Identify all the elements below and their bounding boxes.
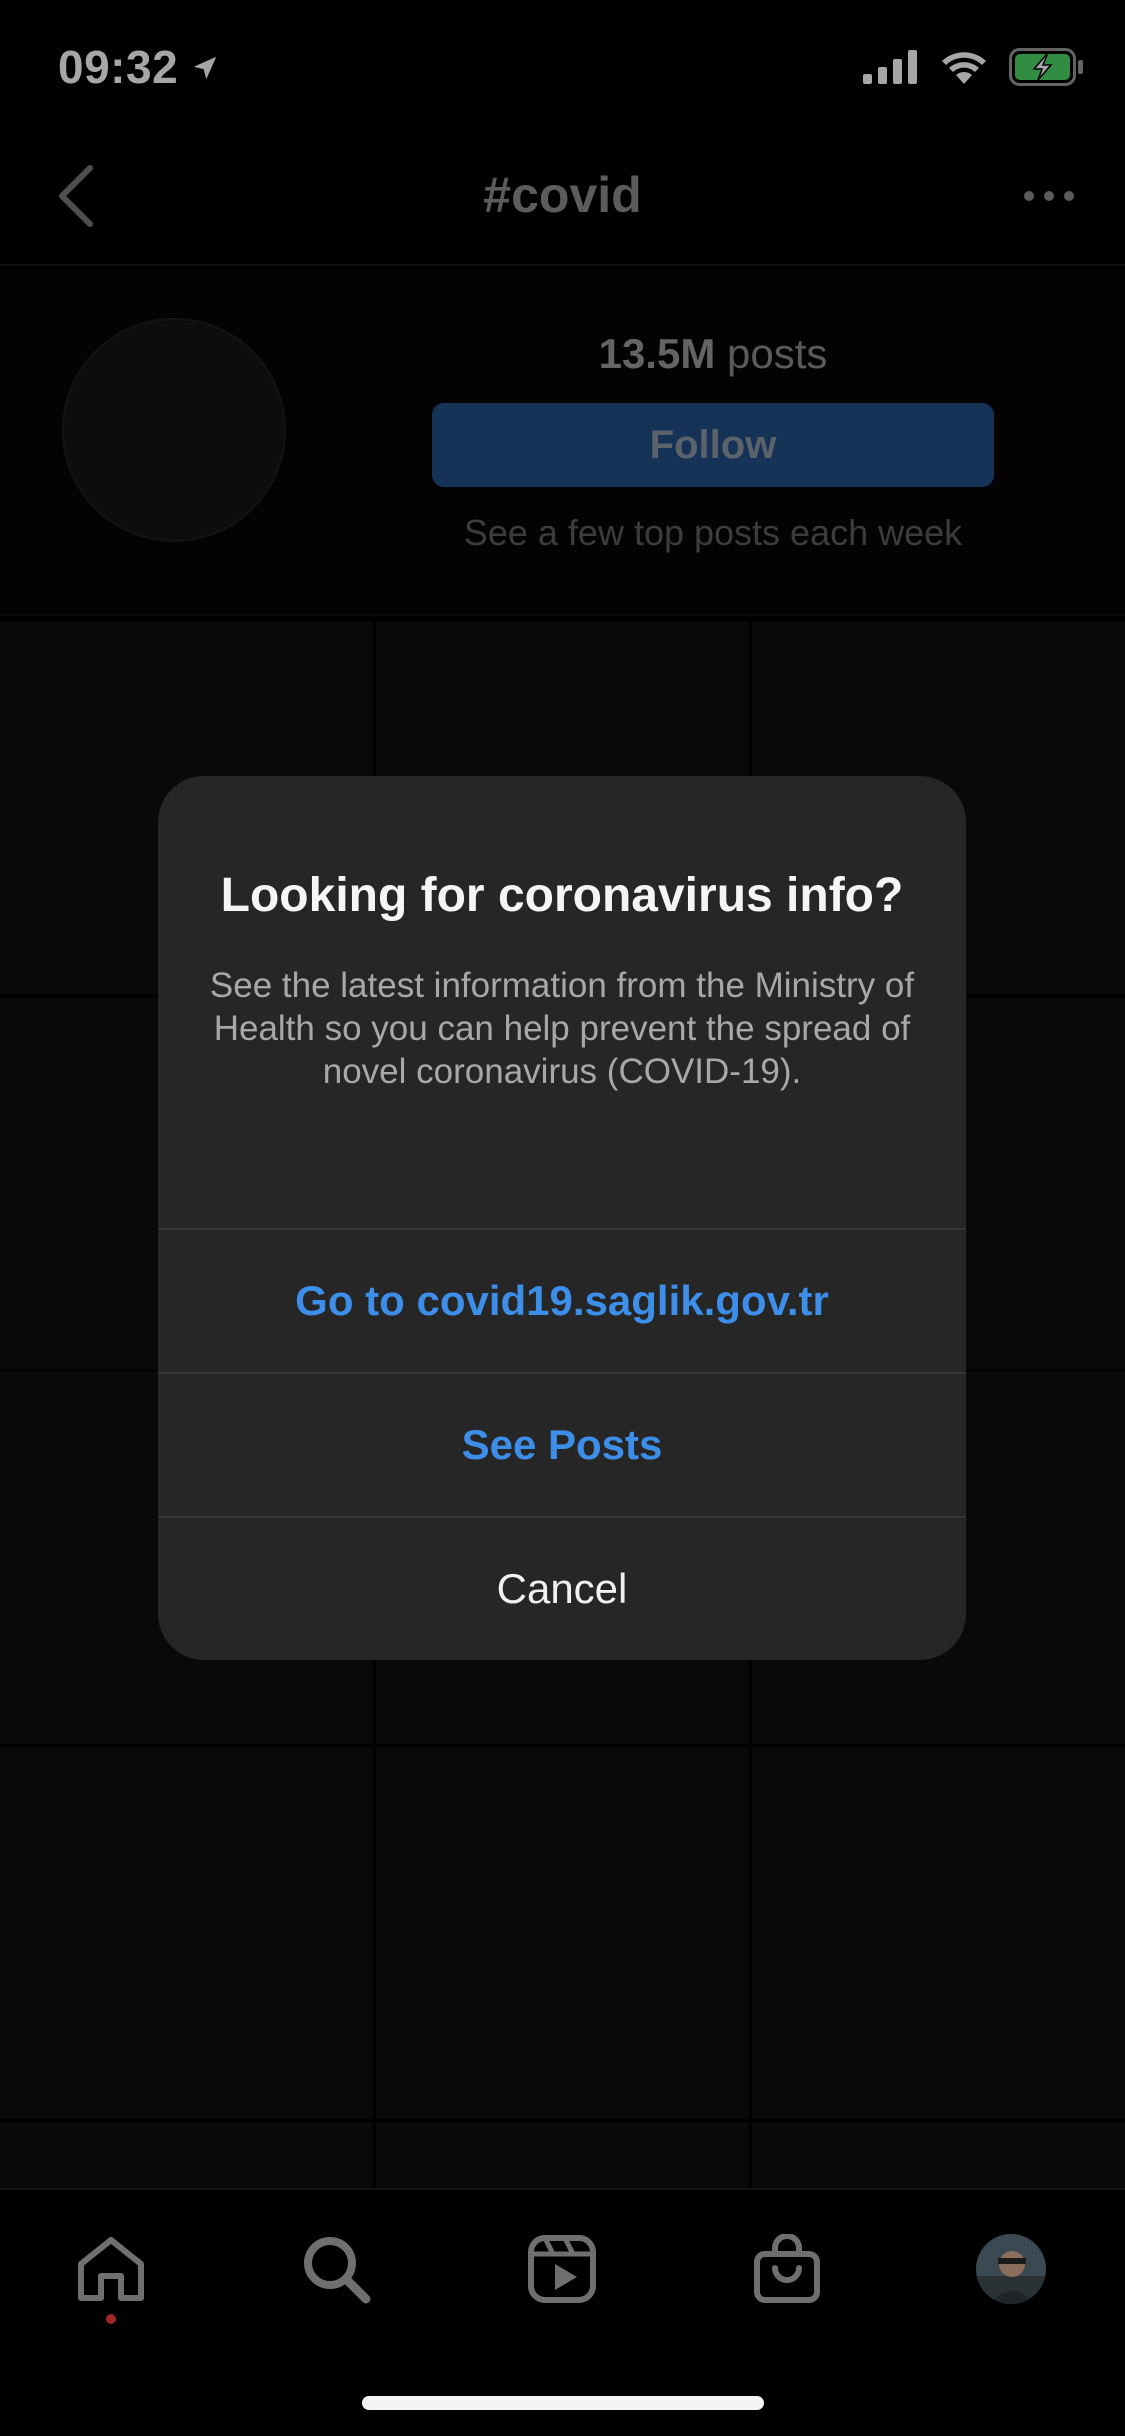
tab-search[interactable] bbox=[291, 2226, 381, 2316]
home-icon bbox=[75, 2234, 147, 2309]
cancel-button[interactable]: Cancel bbox=[158, 1516, 966, 1660]
see-posts-button[interactable]: See Posts bbox=[158, 1372, 966, 1516]
profile-avatar bbox=[974, 2232, 1048, 2311]
tab-shop[interactable] bbox=[742, 2226, 832, 2316]
go-to-health-site-button[interactable]: Go to covid19.saglik.gov.tr bbox=[158, 1228, 966, 1372]
shop-bag-icon bbox=[753, 2232, 821, 2309]
tab-profile[interactable] bbox=[966, 2226, 1056, 2316]
search-icon bbox=[300, 2233, 372, 2310]
alert-title: Looking for coronavirus info? bbox=[220, 869, 904, 922]
reels-icon bbox=[527, 2234, 597, 2309]
tab-reels[interactable] bbox=[517, 2226, 607, 2316]
screen: 09:32 #covid 13.5M posts Follow See a fe… bbox=[0, 0, 1125, 2436]
alert-message: See the latest information from the Mini… bbox=[209, 966, 915, 1091]
home-indicator[interactable] bbox=[362, 2396, 764, 2410]
covid-info-alert: Looking for coronavirus info? See the la… bbox=[158, 776, 966, 1660]
notification-dot bbox=[106, 2314, 116, 2324]
tab-home[interactable] bbox=[66, 2226, 156, 2316]
